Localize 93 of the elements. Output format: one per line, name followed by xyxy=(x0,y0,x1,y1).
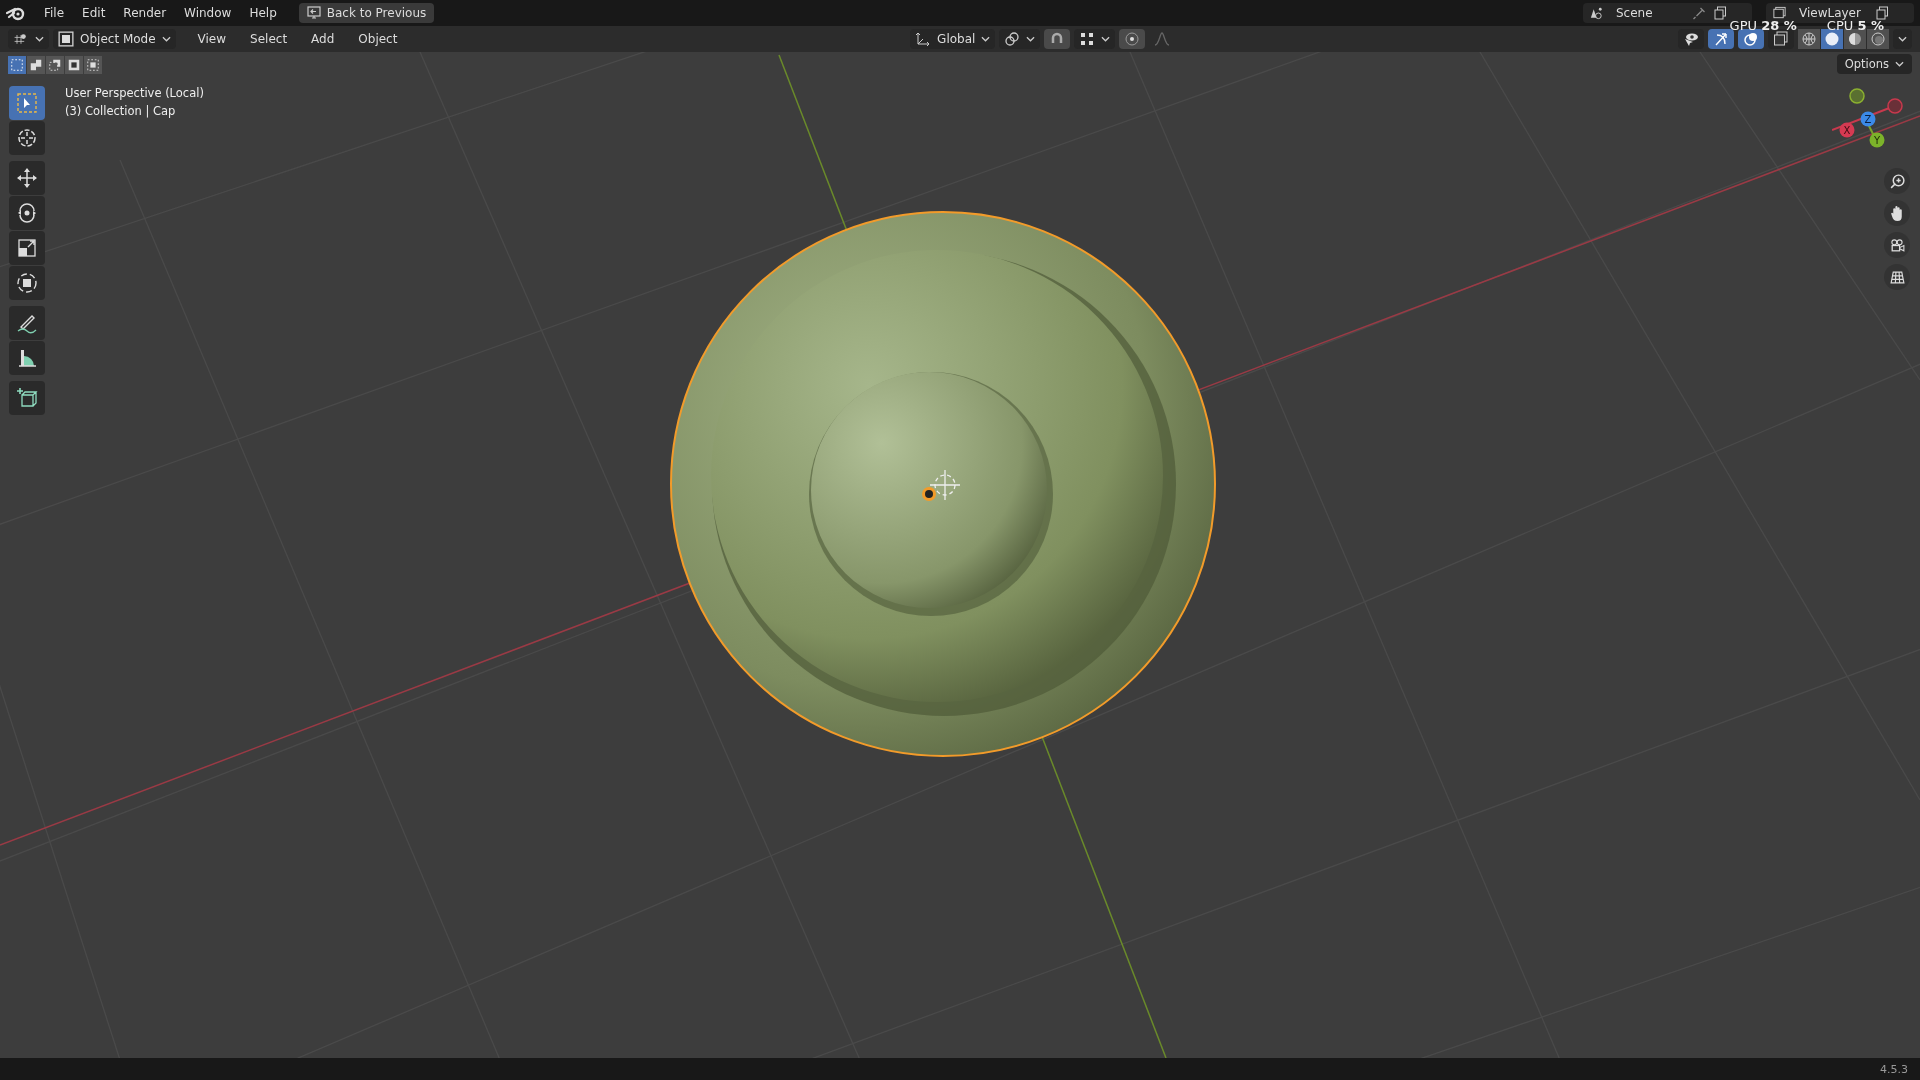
transform-icon xyxy=(15,271,39,295)
menu-item[interactable]: Edit xyxy=(74,4,114,22)
add-cube-icon xyxy=(15,386,39,410)
snap-target-dropdown[interactable] xyxy=(1074,29,1116,49)
rendered-sphere-icon xyxy=(1870,31,1886,47)
origin-dot xyxy=(922,487,936,501)
projection-button[interactable] xyxy=(1884,264,1910,290)
extend-selection-mode-button[interactable] xyxy=(27,56,45,74)
curve-icon xyxy=(1154,31,1171,47)
cursor-tool-button[interactable] xyxy=(9,121,45,155)
move-tool-button[interactable] xyxy=(9,161,45,195)
wireframe-shading-button[interactable] xyxy=(1798,29,1820,49)
caret-icon xyxy=(1026,36,1036,42)
cap-model[interactable] xyxy=(670,211,1216,757)
duplicate-icon[interactable] xyxy=(1713,6,1728,20)
camera-icon xyxy=(1888,236,1906,254)
orientation-dropdown[interactable]: Global xyxy=(910,29,996,49)
menu-item[interactable]: File xyxy=(36,4,73,22)
layers-icon xyxy=(1772,6,1787,20)
editor-type-button[interactable] xyxy=(8,29,49,49)
annotate-tool-button[interactable] xyxy=(9,306,45,340)
gizmo-toggle[interactable] xyxy=(1708,29,1734,49)
linked-circles-icon xyxy=(1004,31,1021,47)
caret-icon xyxy=(35,36,44,42)
version-label: 4.5.3 xyxy=(1880,1062,1908,1076)
select-icon xyxy=(15,91,39,115)
overlay-icon xyxy=(1743,31,1759,47)
axis-gizmo[interactable]: X Z Y xyxy=(1832,88,1912,168)
scale-icon xyxy=(15,236,39,260)
solid-sphere-icon xyxy=(1824,31,1840,47)
viewport-info-text: User Perspective (Local) xyxy=(65,86,204,100)
scale-tool-button[interactable] xyxy=(9,231,45,265)
back-button[interactable]: Back to Previous xyxy=(298,3,435,23)
pan-button[interactable] xyxy=(1884,200,1910,226)
snap-toggle[interactable] xyxy=(1044,29,1071,49)
axes-icon xyxy=(915,31,932,47)
menu-item[interactable]: Render xyxy=(115,4,175,22)
mode-dropdown[interactable]: Object Mode xyxy=(53,29,176,49)
menu-item[interactable]: Select xyxy=(240,30,298,48)
object-icon xyxy=(58,31,74,47)
selection-shape-icon xyxy=(29,58,43,72)
zoom-button[interactable] xyxy=(1884,168,1910,194)
move-icon xyxy=(15,166,39,190)
camera-view-button[interactable] xyxy=(1884,232,1910,258)
eye-icon xyxy=(1683,31,1699,47)
menu-item[interactable]: Help xyxy=(241,4,285,22)
shading-options-dropdown[interactable] xyxy=(1893,29,1912,49)
arrow-icon xyxy=(1713,31,1729,47)
solid-shading-button[interactable] xyxy=(1821,29,1843,49)
menu-item[interactable]: Add xyxy=(301,30,345,48)
xray-toggle[interactable] xyxy=(1768,29,1794,49)
proportional-edit-toggle[interactable] xyxy=(1119,29,1146,49)
caret-icon xyxy=(1898,36,1907,42)
invert-selection-mode-button[interactable] xyxy=(65,56,83,74)
crosshair-icon xyxy=(929,469,961,501)
menu-item[interactable]: View xyxy=(187,30,237,48)
menu-item[interactable]: Window xyxy=(176,4,240,22)
caret-icon xyxy=(161,36,171,42)
rendered-shading-button[interactable] xyxy=(1867,29,1889,49)
transform-tool-button[interactable] xyxy=(9,266,45,300)
subtract-selection-mode-button[interactable] xyxy=(46,56,64,74)
caret-icon xyxy=(981,36,991,42)
magnifier-icon xyxy=(1888,172,1906,190)
menu-item[interactable]: Object xyxy=(348,30,408,48)
xray-icon xyxy=(1773,31,1789,47)
scene-icon xyxy=(1589,6,1604,20)
intersect-selection-mode-button[interactable] xyxy=(84,56,102,74)
selection-shape-icon xyxy=(48,58,62,72)
visibility-toggle[interactable] xyxy=(1678,29,1704,49)
selection-shape-icon xyxy=(67,58,81,72)
dots-icon xyxy=(1079,31,1096,47)
selection-shape-icon xyxy=(10,58,24,72)
caret-icon xyxy=(1101,36,1111,42)
rotate-tool-button[interactable] xyxy=(9,196,45,230)
material-shading-button[interactable] xyxy=(1844,29,1866,49)
caret-icon xyxy=(1895,61,1904,67)
target-icon xyxy=(1124,31,1141,47)
material-sphere-icon xyxy=(1847,31,1863,47)
measure-tool-button[interactable] xyxy=(9,341,45,375)
new-selection-mode-button[interactable] xyxy=(8,56,26,74)
options-dropdown[interactable]: Options xyxy=(1836,54,1912,74)
cursor-icon xyxy=(15,126,39,150)
grid-icon xyxy=(13,31,29,47)
selection-shape-icon xyxy=(86,58,100,72)
duplicate-icon[interactable] xyxy=(1875,6,1890,20)
pin-icon[interactable] xyxy=(1692,6,1707,20)
overlay-toggle[interactable] xyxy=(1738,29,1764,49)
logo-icon[interactable] xyxy=(6,5,26,21)
monitor-icon xyxy=(306,6,321,20)
wireframe-sphere-icon xyxy=(1801,31,1817,47)
add-cube-tool-button[interactable] xyxy=(9,381,45,415)
viewport-info-text: (3) Collection | Cap xyxy=(65,104,177,118)
pivot-dropdown[interactable] xyxy=(999,29,1041,49)
